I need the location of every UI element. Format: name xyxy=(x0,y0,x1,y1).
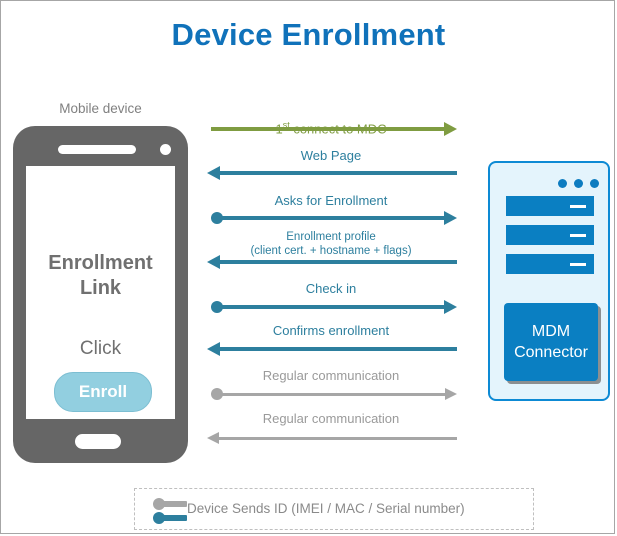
server-slot-bar xyxy=(506,225,594,245)
flow-arrow-1 xyxy=(211,122,457,136)
flow-arrow-5 xyxy=(211,300,457,314)
diagram-canvas: Device Enrollment Mobile device Enrollme… xyxy=(0,0,615,534)
enrollment-link-line1: Enrollment xyxy=(48,252,153,274)
server-slot-bar xyxy=(506,254,594,274)
enroll-button[interactable]: Enroll xyxy=(54,372,152,412)
flow-arrow-3 xyxy=(211,211,457,225)
mobile-device-caption: Mobile device xyxy=(59,101,142,116)
legend-text: Device Sends ID (IMEI / MAC / Serial num… xyxy=(187,501,465,516)
flow-label-6: Confirms enrollment xyxy=(272,323,390,338)
phone-speaker-icon xyxy=(58,145,136,154)
mdm-connector-line2: Connector xyxy=(514,344,588,361)
server-status-dot xyxy=(590,179,599,188)
enrollment-link-heading: Enrollment Link xyxy=(26,251,175,301)
flow-label-3: Asks for Enrollment xyxy=(274,193,388,208)
phone-screen: Enrollment Link Click Enroll xyxy=(26,166,175,419)
mobile-device-graphic: Enrollment Link Click Enroll xyxy=(13,126,188,463)
flow-arrow-4 xyxy=(207,255,457,269)
server-status-dot xyxy=(558,179,567,188)
server-status-dot xyxy=(574,179,583,188)
enrollment-link-line2: Link xyxy=(79,277,122,299)
flow-label-4: Enrollment profile (client cert. + hostn… xyxy=(250,231,412,257)
flow-arrow-8 xyxy=(207,431,457,445)
mdm-connector-box: MDM Connector xyxy=(504,303,598,381)
mdm-server-graphic: MDM Connector xyxy=(488,161,610,401)
phone-home-button-icon xyxy=(75,434,121,449)
click-label: Click xyxy=(79,338,122,359)
flow-arrow-6 xyxy=(207,342,457,356)
phone-camera-icon xyxy=(160,144,171,155)
flow-arrow-2 xyxy=(207,166,457,180)
flow-label-7: Regular communication xyxy=(262,368,400,383)
flow-label-8: Regular communication xyxy=(262,411,400,426)
flow-label-5: Check in xyxy=(305,281,357,296)
flow-arrow-7 xyxy=(211,387,457,401)
legend-box: Device Sends ID (IMEI / MAC / Serial num… xyxy=(134,488,534,530)
server-slot-bar xyxy=(506,196,594,216)
flow-label-2: Web Page xyxy=(300,148,362,163)
mdm-connector-line1: MDM xyxy=(531,323,571,340)
page-title: Device Enrollment xyxy=(171,17,446,52)
